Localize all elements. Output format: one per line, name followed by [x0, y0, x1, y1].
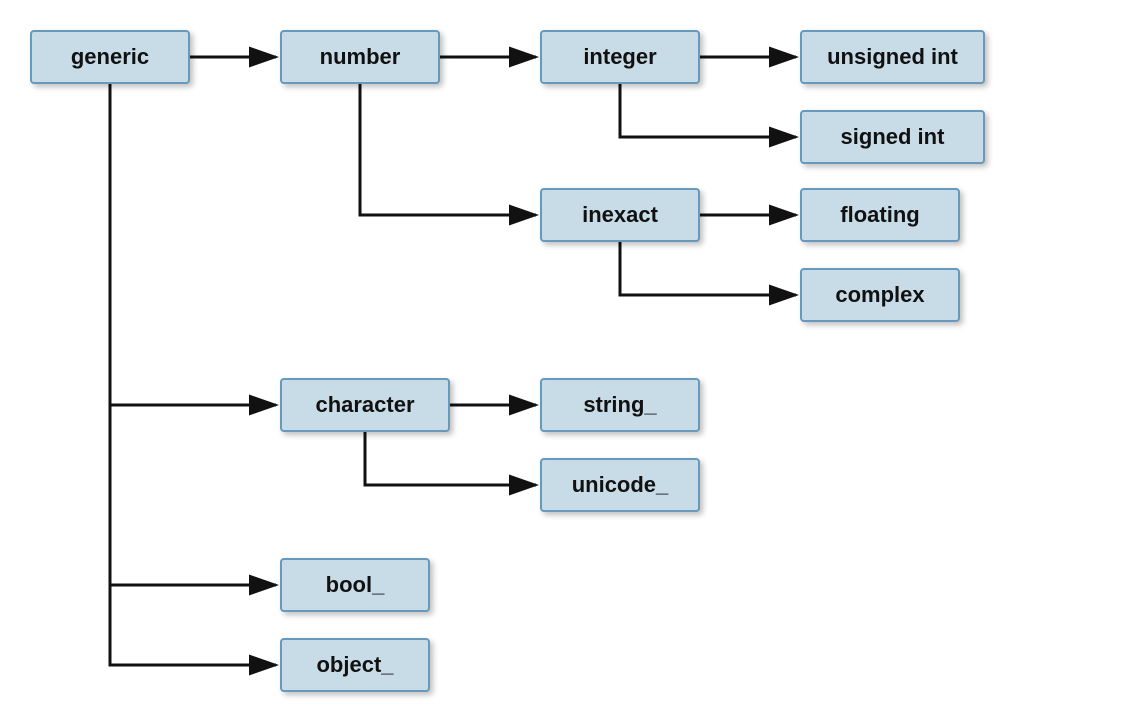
node-bool: bool_ — [280, 558, 430, 612]
node-unsigned-int: unsigned int — [800, 30, 985, 84]
node-object: object_ — [280, 638, 430, 692]
node-integer: integer — [540, 30, 700, 84]
node-floating: floating — [800, 188, 960, 242]
node-string: string_ — [540, 378, 700, 432]
node-number: number — [280, 30, 440, 84]
node-character: character — [280, 378, 450, 432]
node-generic: generic — [30, 30, 190, 84]
node-unicode: unicode_ — [540, 458, 700, 512]
node-complex: complex — [800, 268, 960, 322]
diagram-container: generic number integer unsigned int sign… — [0, 0, 1136, 713]
node-inexact: inexact — [540, 188, 700, 242]
arrows-svg — [0, 0, 1136, 713]
node-signed-int: signed int — [800, 110, 985, 164]
